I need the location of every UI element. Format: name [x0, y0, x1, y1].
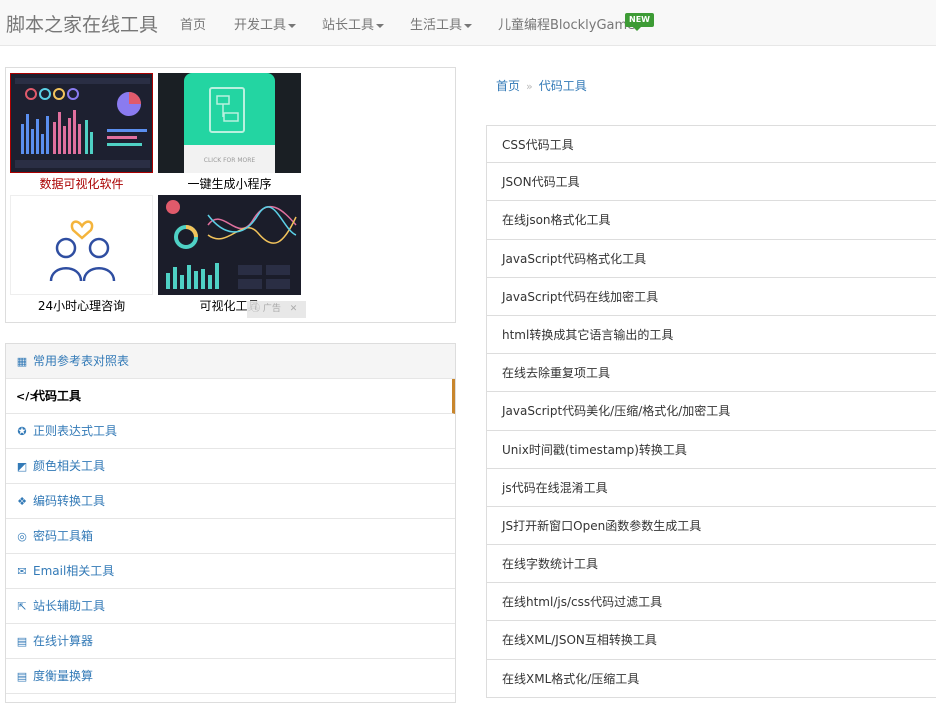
- category-item-unit-conversion[interactable]: ▤ 度衡量换算: [6, 659, 455, 694]
- tool-link[interactable]: js代码在线混淆工具: [486, 468, 936, 507]
- category-panel: ▦ 常用参考表对照表 </>代码工具 ✪ 正则表达式工具 ◩ 颜色相关工具 ❖ 编码转换…: [5, 343, 456, 703]
- breadcrumb-home[interactable]: 首页: [496, 79, 520, 93]
- category-item-encoding-tools[interactable]: ❖ 编码转换工具: [6, 484, 455, 519]
- category-item-webmaster-tools[interactable]: ⇱ 站长辅助工具: [6, 589, 455, 624]
- category-item-calculator[interactable]: ▤ 在线计算器: [6, 624, 455, 659]
- tool-list: CSS代码工具 JSON代码工具 在线json格式化工具 JavaScript代…: [486, 125, 936, 698]
- tool-link[interactable]: CSS代码工具: [486, 125, 936, 164]
- tool-link[interactable]: JSON代码工具: [486, 163, 936, 202]
- ad-caption: 一键生成小程序: [187, 177, 272, 191]
- counseling-image: [10, 195, 153, 295]
- ad-caption: 数据可视化软件: [39, 177, 124, 191]
- nav-blockly-game[interactable]: 儿童编程BlocklyGame: [498, 14, 635, 33]
- ad-label-text: 广告: [262, 304, 281, 314]
- breadcrumb-current[interactable]: 代码工具: [539, 79, 587, 93]
- nav-life-tools[interactable]: 生活工具: [410, 14, 473, 33]
- ad-tile-mini-program[interactable]: CLICK FOR MORE 一键生成小程序: [158, 73, 301, 192]
- nav-webmaster-tools[interactable]: 站长工具: [322, 14, 385, 33]
- tool-link[interactable]: JavaScript代码在线加密工具: [486, 277, 936, 316]
- tool-link[interactable]: html转换成其它语言输出的工具: [486, 315, 936, 355]
- tool-link[interactable]: JS打开新窗口Open函数参数生成工具: [486, 506, 936, 546]
- close-icon[interactable]: ✕: [290, 304, 298, 314]
- breadcrumb: 首页 » 代码工具: [496, 77, 587, 94]
- tool-link[interactable]: 在线html/js/css代码过滤工具: [486, 583, 936, 622]
- tool-link[interactable]: JavaScript代码格式化工具: [486, 239, 936, 278]
- ad-tile-counseling[interactable]: 24小时心理咨询: [10, 195, 153, 314]
- calculator-icon: ▤: [16, 670, 28, 683]
- category-item-code-tools[interactable]: </>代码工具: [6, 379, 455, 414]
- click-for-more-text: CLICK FOR MORE: [203, 157, 256, 164]
- nav-home[interactable]: 首页: [180, 14, 206, 33]
- tool-link[interactable]: Unix时间戳(timestamp)转换工具: [486, 430, 936, 469]
- tool-link[interactable]: 在线json格式化工具: [486, 201, 936, 240]
- dashboard-image: [10, 73, 153, 173]
- top-navbar: 脚本之家在线工具 首页 开发工具 站长工具 生活工具 儿童编程BlocklyGa…: [0, 0, 936, 46]
- lock-icon: ◎: [17, 530, 27, 543]
- code-icon: </>: [16, 390, 39, 403]
- share-icon: ⇱: [17, 600, 27, 613]
- table-icon: ▦: [16, 355, 28, 368]
- tool-link[interactable]: JavaScript代码美化/压缩/格式化/加密工具: [486, 392, 936, 431]
- caret-down-icon: [376, 23, 385, 28]
- tool-link[interactable]: 在线XML/JSON互相转换工具: [486, 621, 936, 660]
- new-badge: NEW: [625, 13, 654, 31]
- cubes-icon: ❖: [17, 495, 27, 508]
- ad-caption: 24小时心理咨询: [37, 299, 126, 313]
- category-item-color-tools[interactable]: ◩ 颜色相关工具: [6, 449, 455, 484]
- ad-label[interactable]: ⓘ 广告 ✕: [247, 301, 306, 318]
- category-item-regex-tools[interactable]: ✪ 正则表达式工具: [6, 414, 455, 449]
- caret-down-icon: [464, 23, 473, 28]
- category-item-email-tools[interactable]: ✉ Email相关工具: [6, 554, 455, 589]
- site-brand[interactable]: 脚本之家在线工具: [6, 10, 158, 37]
- nav-dev-tools[interactable]: 开发工具: [234, 14, 297, 33]
- gear-icon: ✪: [17, 425, 27, 438]
- category-item-password-tools[interactable]: ◎ 密码工具箱: [6, 519, 455, 554]
- info-icon: ⓘ: [251, 304, 261, 314]
- category-item-reference-tables[interactable]: ▦ 常用参考表对照表: [6, 344, 455, 379]
- ad-tile-data-visualization[interactable]: 数据可视化软件: [10, 73, 153, 192]
- tool-link[interactable]: 在线去除重复项工具: [486, 354, 936, 393]
- caret-down-icon: [288, 23, 297, 28]
- envelope-icon: ✉: [17, 565, 27, 578]
- breadcrumb-separator: »: [526, 80, 533, 93]
- ad-box: 数据可视化软件 CLICK FOR MORE 一键生成小程序 24小时心理咨询 …: [5, 67, 456, 323]
- tool-link[interactable]: 在线XML格式化/压缩工具: [486, 659, 936, 698]
- ad-tile-visualization-tool[interactable]: 可视化工具: [158, 195, 301, 314]
- palette-icon: ◩: [16, 460, 28, 473]
- charts-image: [158, 195, 301, 295]
- tool-link[interactable]: 在线字数统计工具: [486, 545, 936, 584]
- calculator-icon: ▤: [16, 635, 28, 648]
